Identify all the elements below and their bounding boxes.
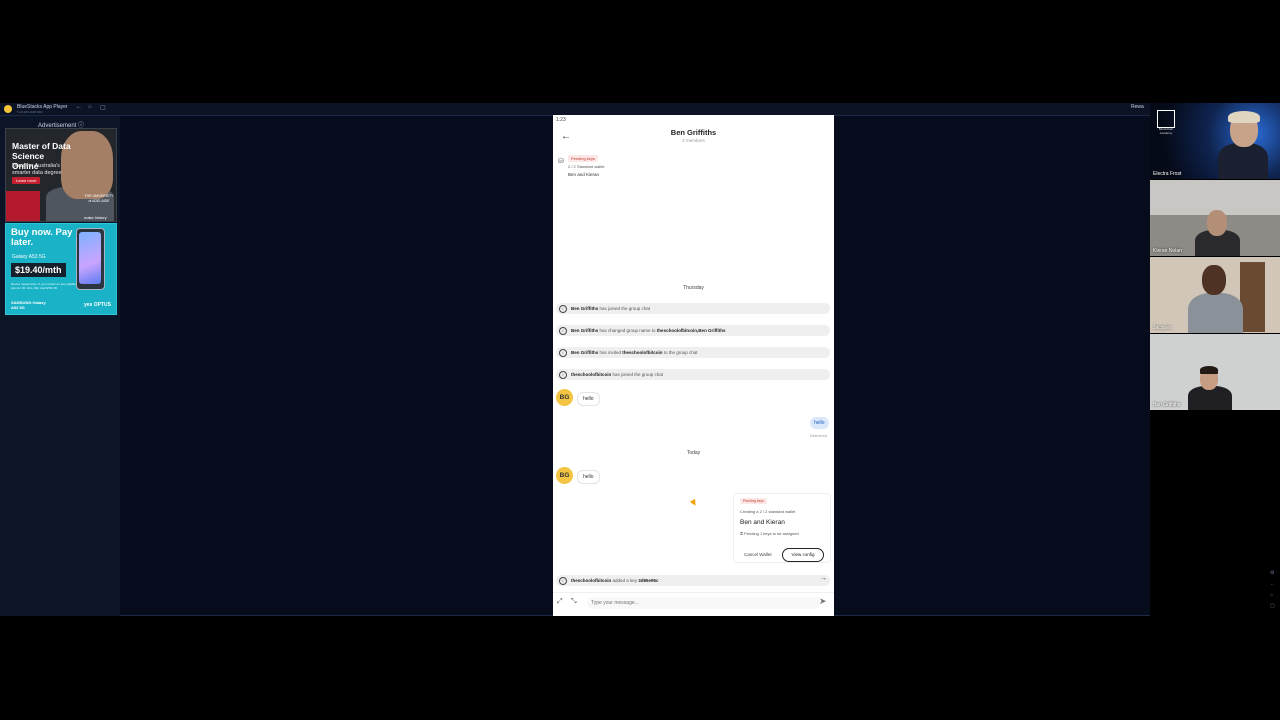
participant-body [1188, 293, 1243, 333]
participant-body [1218, 143, 1268, 179]
avatar[interactable]: BG [556, 467, 573, 484]
ad2-brand: SAMSUNG Galaxy A53 5G [11, 300, 46, 310]
arrow-right-icon[interactable]: → [820, 575, 827, 582]
incoming-message[interactable]: hello [577, 470, 600, 484]
info-icon: i [559, 305, 567, 313]
pending-wallet-description: 2 / 2 Standard wallet [568, 164, 605, 169]
participant-head [1202, 265, 1226, 295]
message-input[interactable] [587, 597, 821, 609]
ad2-fine-print: Device repayments. If you remain on any … [11, 282, 76, 290]
wallet-card-description: Creating a 2 / 2 standard wallet [740, 509, 796, 514]
back-icon[interactable]: ← [1270, 581, 1275, 587]
video-tile[interactable]: Blockchain Academy Electra Frost [1150, 103, 1280, 179]
pending-keys-badge: Pending keys [740, 498, 768, 504]
date-separator: Today [686, 450, 701, 456]
settings-icon[interactable]: ⚙ [1270, 570, 1274, 576]
view-config-button[interactable]: View config [782, 548, 824, 562]
info-icon: i [559, 349, 567, 357]
message-composer: ⤢ ⤡ ➤ [553, 592, 834, 616]
home-icon[interactable]: ⌂ [1270, 592, 1273, 598]
recent-apps-icon[interactable]: ▢ [1270, 603, 1275, 609]
delivery-status: Delivered [810, 433, 827, 438]
ad2-phone-image [76, 228, 105, 290]
background-shelf [1240, 262, 1265, 332]
participant-name: Electra Frost [1153, 171, 1182, 177]
info-icon: i [559, 577, 567, 585]
home-icon[interactable]: ⌂ [88, 104, 92, 110]
video-tile[interactable]: Kieran Nolan [1150, 180, 1280, 256]
rewards-label[interactable]: Rewa [1131, 104, 1144, 110]
cube-logo-icon [1157, 110, 1175, 128]
info-icon: i [559, 371, 567, 379]
system-message-text: Ben Griffiths has joined the group chat [571, 305, 651, 311]
chat-app-screen: 1:23 ← Ben Griffiths 2 members ⛁ Pending… [553, 115, 834, 616]
ad2-title: Buy now. Pay later. [11, 227, 73, 248]
ad-optus[interactable]: Buy now. Pay later. Galaxy A53 5G $19.40… [5, 223, 117, 315]
participant-hair [1200, 366, 1218, 374]
multi-instance-icon[interactable]: ▢ [100, 104, 106, 111]
system-message-text: Ben Griffiths has changed group name to … [571, 327, 726, 333]
participant-name: Kieran Nolan [1153, 248, 1182, 254]
bluestacks-side-toolbar: ⚙ ← ⌂ ▢ [1270, 570, 1278, 615]
date-separator: Thursday [683, 285, 704, 291]
system-message-text: Ben Griffiths has invited theschoolofbit… [571, 349, 698, 355]
send-icon[interactable]: ➤ [819, 596, 827, 607]
status-time: 1:23 [556, 117, 566, 123]
back-nav-icon[interactable]: ← [76, 104, 82, 110]
participant-hair [1228, 111, 1260, 123]
system-message: i Ben Griffiths has joined the group cha… [556, 303, 830, 314]
participant-name: Ben Griffiths [1153, 402, 1181, 408]
bluestacks-version: 5.13.200.1026 N64 [17, 110, 43, 114]
ad2-price: $19.40/mth [11, 263, 66, 277]
chat-title: Ben Griffiths [670, 128, 717, 137]
chat-members-count[interactable]: 2 members [553, 138, 834, 143]
incoming-message[interactable]: hello [577, 392, 600, 406]
system-message-text: theschoolofbitcoin has joined the group … [571, 371, 664, 377]
ad1-university-logo: THE UNIVERSITY of ADELAIDE [84, 194, 114, 203]
wallet-icon: ⛁ [558, 158, 564, 165]
ad2-model: Galaxy A53 5G [12, 254, 46, 260]
scan-icon[interactable]: ⤢ [557, 598, 563, 606]
info-icon: i [559, 327, 567, 335]
ad-red-block [6, 191, 40, 221]
wallet-card-name: Ben and Kieran [740, 519, 785, 526]
outgoing-message[interactable]: hello [810, 417, 829, 429]
ad2-carrier-logo: yes OPTUS [84, 302, 111, 308]
ad1-tagline: make history [84, 215, 107, 220]
ad-university[interactable]: Master of Data Science Online Discover A… [5, 128, 117, 222]
mouse-cursor-icon [689, 498, 699, 508]
psbt-icon[interactable]: ⤡ [571, 598, 577, 606]
key-added-message[interactable]: i theschoolofbitcoin added a key 3d86e95… [556, 575, 830, 586]
cancel-wallet-button[interactable]: Cancel Wallet [744, 552, 772, 557]
system-message: i Ben Griffiths has invited theschoolofb… [556, 347, 830, 358]
ad2-phone-screen [79, 232, 101, 284]
wallet-card-keys-status: ⚿ Pending 1 keys to be assigned [740, 531, 799, 536]
participant-name: Jacques [1153, 325, 1172, 331]
logo-label: Blockchain Academy [1158, 127, 1174, 135]
ad1-learn-more-button[interactable]: Learn more [12, 177, 41, 184]
video-tile[interactable]: Ben Griffiths [1150, 334, 1280, 410]
video-tile[interactable]: Jacques [1150, 257, 1280, 333]
participant-head [1207, 210, 1227, 236]
system-message: i Ben Griffiths has changed group name t… [556, 325, 830, 336]
bluestacks-logo-icon [4, 105, 12, 113]
avatar[interactable]: BG [556, 389, 573, 406]
ad1-subtitle: Discover Australia's smarter data degree [12, 163, 62, 176]
system-message: i theschoolofbitcoin has joined the grou… [556, 369, 830, 380]
pending-keys-badge: Pending keys [568, 155, 599, 162]
pending-wallet-name[interactable]: Ben and Kieran [568, 172, 599, 177]
key-added-text: theschoolofbitcoin added a key 3d86e95c [571, 577, 659, 583]
